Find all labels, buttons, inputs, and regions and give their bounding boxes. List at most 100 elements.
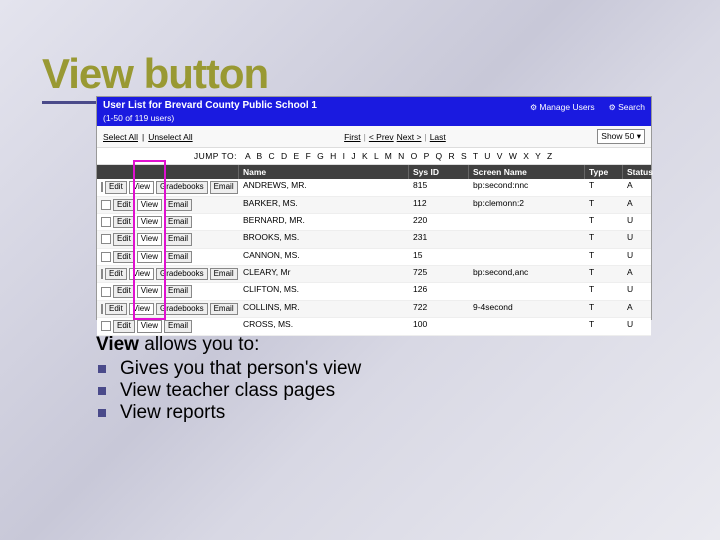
view-button[interactable]: View xyxy=(137,251,162,263)
gradebooks-button[interactable]: Gradebooks xyxy=(156,181,208,193)
cell-type: T xyxy=(585,301,623,317)
lead-text: View allows you to: xyxy=(96,334,656,356)
cell-status: A xyxy=(623,197,651,213)
edit-button[interactable]: Edit xyxy=(105,181,127,193)
bullet-item: View reports xyxy=(96,402,656,424)
row-checkbox[interactable] xyxy=(101,321,111,331)
cell-sysid: 100 xyxy=(409,318,469,334)
email-button[interactable]: Email xyxy=(210,181,238,193)
row-checkbox[interactable] xyxy=(101,182,103,192)
cell-sysid: 112 xyxy=(409,197,469,213)
row-checkbox[interactable] xyxy=(101,287,111,297)
cell-name: ANDREWS, MR. xyxy=(239,179,409,195)
email-button[interactable]: Email xyxy=(164,251,192,263)
pager-first[interactable]: First xyxy=(344,132,361,142)
cell-name: CANNON, MS. xyxy=(239,249,409,265)
cell-status: A xyxy=(623,179,651,195)
col-name: Name xyxy=(239,165,409,179)
cell-sysid: 15 xyxy=(409,249,469,265)
view-button[interactable]: View xyxy=(129,181,154,193)
email-button[interactable]: Email xyxy=(210,303,238,315)
search-link[interactable]: Search xyxy=(609,102,645,112)
cell-status: U xyxy=(623,283,651,299)
email-button[interactable]: Email xyxy=(210,268,238,280)
cell-sysid: 815 xyxy=(409,179,469,195)
cell-status: A xyxy=(623,301,651,317)
cell-name: BERNARD, MR. xyxy=(239,214,409,230)
cell-screen: bp:second,anc xyxy=(469,266,585,282)
edit-button[interactable]: Edit xyxy=(113,251,135,263)
header-title: User List for Brevard County Public Scho… xyxy=(103,100,317,113)
cell-status: U xyxy=(623,214,651,230)
alphabet-links[interactable]: A B C D E F G H I J K L M N O P Q R S T … xyxy=(245,151,554,161)
edit-button[interactable]: Edit xyxy=(113,320,135,332)
bullet-square-icon xyxy=(98,409,106,417)
pager-prev[interactable]: < Prev xyxy=(369,132,394,142)
col-screen: Screen Name xyxy=(469,165,585,179)
cell-type: T xyxy=(585,214,623,230)
table-row: EditViewGradebooksEmailCOLLINS, MR.7229-… xyxy=(97,301,651,318)
toolbar: Select All | Unselect All First| < Prev … xyxy=(97,126,651,148)
cell-name: COLLINS, MR. xyxy=(239,301,409,317)
row-checkbox[interactable] xyxy=(101,234,111,244)
unselect-all-link[interactable]: Unselect All xyxy=(148,132,192,142)
table-row: EditViewEmailBROOKS, MS.231TU xyxy=(97,231,651,248)
view-button[interactable]: View xyxy=(137,216,162,228)
row-checkbox[interactable] xyxy=(101,269,103,279)
cell-name: BROOKS, MS. xyxy=(239,231,409,247)
email-button[interactable]: Email xyxy=(164,199,192,211)
bullet-text: View teacher class pages xyxy=(120,380,335,402)
select-all-link[interactable]: Select All xyxy=(103,132,138,142)
header-subtitle: (1-50 of 119 users) xyxy=(103,113,317,124)
cell-type: T xyxy=(585,179,623,195)
row-checkbox[interactable] xyxy=(101,252,111,262)
col-type: Type xyxy=(585,165,623,179)
email-button[interactable]: Email xyxy=(164,216,192,228)
row-checkbox[interactable] xyxy=(101,217,111,227)
cell-name: CLEARY, Mr xyxy=(239,266,409,282)
show-count-select[interactable]: Show 50 ▾ xyxy=(597,129,645,144)
email-button[interactable]: Email xyxy=(164,320,192,332)
email-button[interactable]: Email xyxy=(164,285,192,297)
cell-status: U xyxy=(623,249,651,265)
cell-screen: 9-4second xyxy=(469,301,585,317)
cell-screen xyxy=(469,231,585,247)
row-checkbox[interactable] xyxy=(101,304,103,314)
cell-name: BARKER, MS. xyxy=(239,197,409,213)
bullet-square-icon xyxy=(98,387,106,395)
pager-next[interactable]: Next > xyxy=(397,132,422,142)
cell-screen xyxy=(469,249,585,265)
view-button[interactable]: View xyxy=(137,199,162,211)
cell-sysid: 220 xyxy=(409,214,469,230)
cell-screen: bp:clemonn:2 xyxy=(469,197,585,213)
view-button[interactable]: View xyxy=(137,233,162,245)
cell-type: T xyxy=(585,266,623,282)
edit-button[interactable]: Edit xyxy=(113,216,135,228)
gradebooks-button[interactable]: Gradebooks xyxy=(156,303,208,315)
jump-to-label: JUMP TO: xyxy=(194,151,237,161)
manage-users-link[interactable]: Manage Users xyxy=(530,102,595,112)
bullet-square-icon xyxy=(98,365,106,373)
view-button[interactable]: View xyxy=(129,303,154,315)
edit-button[interactable]: Edit xyxy=(105,268,127,280)
row-checkbox[interactable] xyxy=(101,200,111,210)
cell-type: T xyxy=(585,197,623,213)
cell-sysid: 725 xyxy=(409,266,469,282)
bullet-text: Gives you that person's view xyxy=(120,358,361,380)
jump-to-row: JUMP TO: A B C D E F G H I J K L M N O P… xyxy=(97,148,651,165)
view-button[interactable]: View xyxy=(137,320,162,332)
edit-button[interactable]: Edit xyxy=(113,199,135,211)
explanation-block: View allows you to: Gives you that perso… xyxy=(96,334,656,424)
cell-type: T xyxy=(585,318,623,334)
email-button[interactable]: Email xyxy=(164,233,192,245)
view-button[interactable]: View xyxy=(129,268,154,280)
table-header: Name Sys ID Screen Name Type Status xyxy=(97,165,651,179)
gradebooks-button[interactable]: Gradebooks xyxy=(156,268,208,280)
view-button[interactable]: View xyxy=(137,285,162,297)
table-row: EditViewEmailCLIFTON, MS.126TU xyxy=(97,283,651,300)
table-row: EditViewGradebooksEmailANDREWS, MR.815bp… xyxy=(97,179,651,196)
edit-button[interactable]: Edit xyxy=(105,303,127,315)
edit-button[interactable]: Edit xyxy=(113,233,135,245)
pager-last[interactable]: Last xyxy=(430,132,446,142)
edit-button[interactable]: Edit xyxy=(113,285,135,297)
